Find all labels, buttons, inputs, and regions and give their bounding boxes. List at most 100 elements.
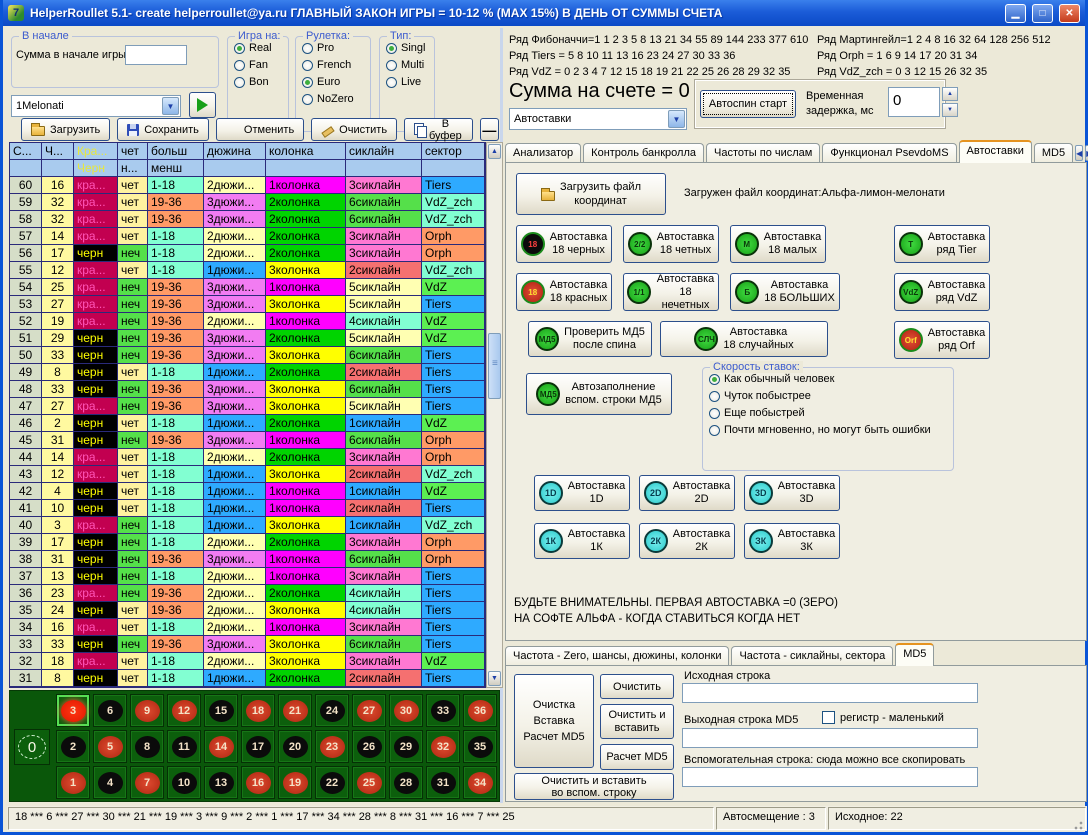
main-tab-0[interactable]: Анализатор (505, 143, 581, 163)
roulette-cell-34[interactable]: 34 (463, 766, 497, 799)
column-header[interactable]: сиклайн (346, 143, 422, 160)
roulette-cell-12[interactable]: 12 (167, 694, 201, 727)
chevron-down-icon[interactable]: ▼ (162, 97, 179, 115)
column-header[interactable]: Кра... (74, 143, 118, 160)
autobet-18-low-button[interactable]: МАвтоставка 18 малых (730, 225, 826, 263)
roulette-cell-17[interactable]: 17 (241, 730, 275, 763)
main-tab-2[interactable]: Частоты по числам (706, 143, 820, 163)
autobet-tier-row-button[interactable]: TАвтоставка ряд Tier (894, 225, 990, 263)
column-header[interactable]: менш (148, 160, 204, 177)
output-string-input[interactable] (682, 728, 978, 748)
autofill-md5-aux-button[interactable]: МД5Автозаполнение вспом. строки МД5 (526, 373, 672, 415)
md5-clear-paste-calc-button[interactable]: Очистка Вставка Расчет MD5 (514, 674, 594, 768)
radio-option[interactable]: Pro (302, 42, 364, 54)
roulette-cell-29[interactable]: 29 (389, 730, 423, 763)
scroll-up-icon[interactable]: ▲ (488, 144, 501, 159)
autobet-3d-button[interactable]: 3DАвтоставка 3D (744, 475, 840, 511)
load-button[interactable]: Загрузить (21, 118, 110, 141)
roulette-cell-0[interactable]: 0 (14, 729, 50, 765)
roulette-cell-19[interactable]: 19 (278, 766, 312, 799)
roulette-cell-33[interactable]: 33 (426, 694, 460, 727)
roulette-cell-6[interactable]: 6 (93, 694, 127, 727)
column-header[interactable] (42, 160, 74, 177)
radio-option[interactable]: Multi (386, 59, 428, 71)
main-tab-1[interactable]: Контроль банкролла (583, 143, 704, 163)
roulette-cell-26[interactable]: 26 (352, 730, 386, 763)
autobet-18-high-button[interactable]: БАвтоставка 18 БОЛЬШИХ (730, 273, 840, 311)
autobet-2k-button[interactable]: 2КАвтоставка 2К (639, 523, 735, 559)
roulette-cell-9[interactable]: 9 (130, 694, 164, 727)
roulette-cell-25[interactable]: 25 (352, 766, 386, 799)
column-header[interactable]: Ч... (42, 143, 74, 160)
load-coordinates-button[interactable]: Загрузить файл координат (516, 173, 666, 215)
autobets-dropdown[interactable]: Автоставки ▼ (509, 108, 687, 130)
close-button[interactable]: ✕ (1059, 4, 1080, 23)
radio-option[interactable]: NoZero (302, 93, 364, 105)
bottom-tab-2[interactable]: MD5 (895, 643, 934, 666)
autobet-18-random-button[interactable]: СЛЧАвтоставка 18 случайных (660, 321, 828, 357)
radio-option[interactable]: Singl (386, 42, 428, 54)
to-clipboard-button[interactable]: В буфер (404, 118, 473, 141)
roulette-cell-5[interactable]: 5 (93, 730, 127, 763)
column-header[interactable] (266, 160, 346, 177)
md5-calc-button[interactable]: Расчет MD5 (600, 744, 674, 770)
radio-option[interactable]: Как обычный человек (709, 373, 947, 385)
save-button[interactable]: Сохранить (117, 118, 209, 141)
roulette-cell-7[interactable]: 7 (130, 766, 164, 799)
main-tab-4[interactable]: Автоставки (959, 140, 1032, 163)
source-string-input[interactable] (682, 683, 978, 703)
main-tab-3[interactable]: Функционал PsevdoMS (822, 143, 956, 163)
column-header[interactable]: чет (118, 143, 148, 160)
radio-option[interactable]: Чуток побыстрее (709, 390, 947, 402)
start-button[interactable] (189, 92, 216, 118)
autobet-18-red-button[interactable]: 18Автоставка 18 красных (516, 273, 612, 311)
roulette-cell-22[interactable]: 22 (315, 766, 349, 799)
autobet-18-odd-button[interactable]: 1/1Автоставка 18 нечетных (623, 273, 719, 311)
roulette-cell-15[interactable]: 15 (204, 694, 238, 727)
autospin-start-button[interactable]: Автоспин старт (700, 90, 796, 118)
column-header[interactable]: н... (118, 160, 148, 177)
chevron-down-icon[interactable]: ▼ (668, 110, 685, 128)
autobet-1k-button[interactable]: 1КАвтоставка 1К (534, 523, 630, 559)
roulette-cell-27[interactable]: 27 (352, 694, 386, 727)
scroll-down-icon[interactable]: ▼ (488, 671, 501, 686)
table-scrollbar[interactable]: ▲ ▼ (486, 142, 503, 688)
undo-button[interactable]: Отменить (216, 118, 304, 141)
column-header[interactable]: С... (10, 143, 42, 160)
minimize-button[interactable]: ▁ (1005, 4, 1026, 23)
md5-clear-button[interactable]: Очистить (600, 674, 674, 699)
roulette-cell-13[interactable]: 13 (204, 766, 238, 799)
column-header[interactable] (10, 160, 42, 177)
roulette-cell-31[interactable]: 31 (426, 766, 460, 799)
roulette-cell-21[interactable]: 21 (278, 694, 312, 727)
md5-clear-paste-aux-button[interactable]: Очистить и вставить во вспом. строку (514, 773, 674, 800)
roulette-cell-24[interactable]: 24 (315, 694, 349, 727)
resize-grip[interactable] (1071, 818, 1084, 831)
bottom-tab-1[interactable]: Частота - сиклайны, сектора (731, 646, 893, 666)
start-sum-input[interactable] (125, 45, 187, 65)
radio-option[interactable]: Почти мгновенно, но могут быть ошибки (709, 424, 947, 436)
column-header[interactable] (422, 160, 485, 177)
spinner-down-icon[interactable]: ▼ (942, 103, 958, 117)
roulette-cell-1[interactable]: 1 (56, 766, 90, 799)
roulette-cell-32[interactable]: 32 (426, 730, 460, 763)
autobet-18-even-button[interactable]: 2/2Автоставка 18 четных (623, 225, 719, 263)
radio-option[interactable]: Euro (302, 76, 364, 88)
roulette-cell-20[interactable]: 20 (278, 730, 312, 763)
radio-option[interactable]: French (302, 59, 364, 71)
column-header[interactable] (346, 160, 422, 177)
column-header[interactable]: Черн (74, 160, 118, 177)
autobet-2d-button[interactable]: 2DАвтоставка 2D (639, 475, 735, 511)
check-md5-after-spin-button[interactable]: МД5Проверить МД5 после спина (528, 321, 652, 357)
column-header[interactable]: больш (148, 143, 204, 160)
delay-input[interactable]: 0 (888, 87, 940, 117)
roulette-cell-30[interactable]: 30 (389, 694, 423, 727)
register-checkbox[interactable] (822, 711, 835, 724)
autobet-18-black-button[interactable]: 18Автоставка 18 черных (516, 225, 612, 263)
autobet-3k-button[interactable]: ЗКАвтоставка 3К (744, 523, 840, 559)
autobet-orf-row-button[interactable]: OrfАвтоставка ряд Orf (894, 321, 990, 359)
radio-option[interactable]: Live (386, 76, 428, 88)
roulette-cell-18[interactable]: 18 (241, 694, 275, 727)
roulette-cell-36[interactable]: 36 (463, 694, 497, 727)
bottom-tab-0[interactable]: Частота - Zero, шансы, дюжины, колонки (505, 646, 729, 666)
